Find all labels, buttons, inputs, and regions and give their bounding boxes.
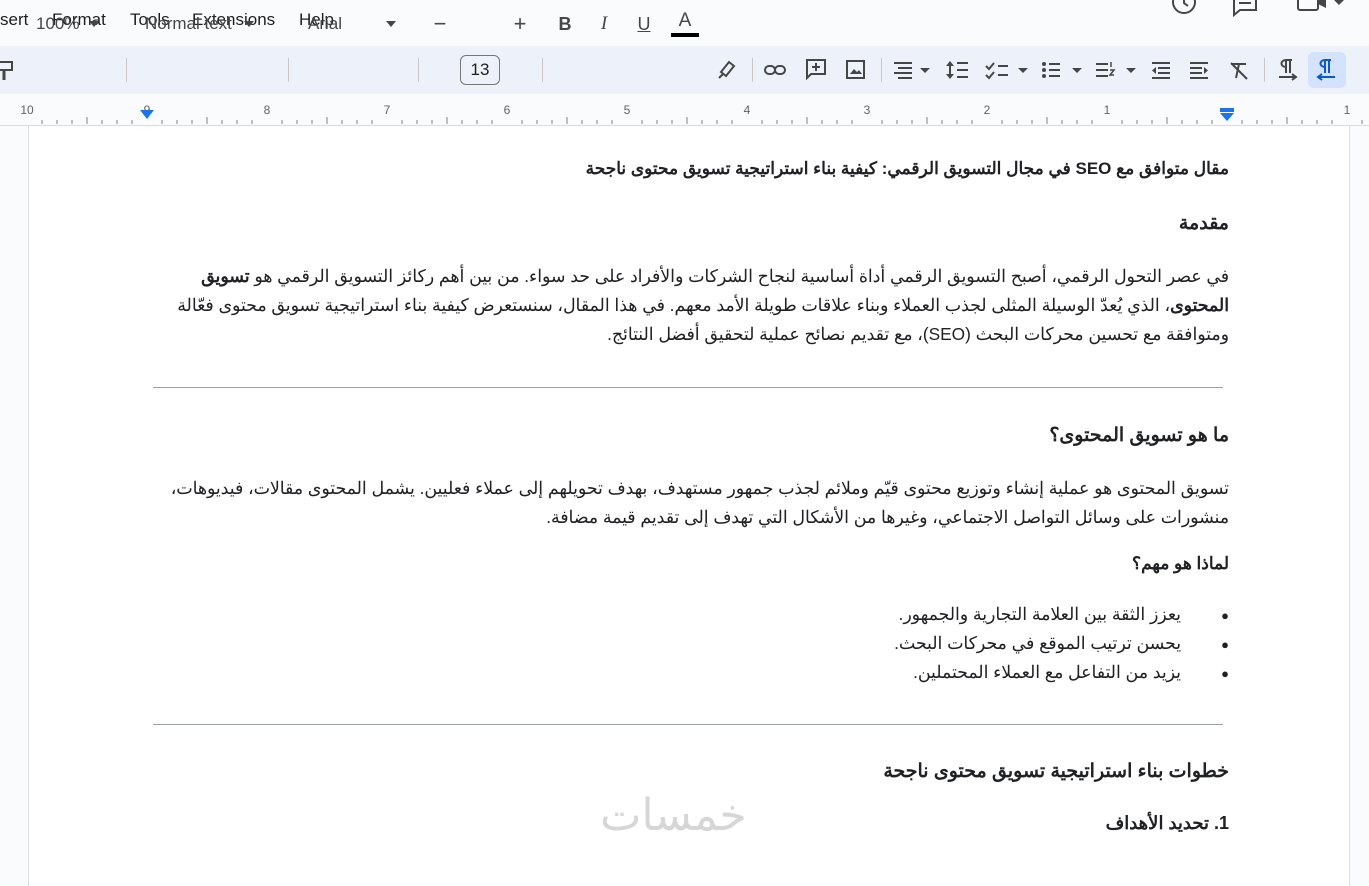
intro-paragraph: في عصر التحول الرقمي، أصبح التسويق الرقم… xyxy=(149,262,1229,349)
add-comment-icon[interactable] xyxy=(805,58,827,80)
link-icon[interactable] xyxy=(763,60,787,80)
font-value: Arial xyxy=(308,14,343,33)
ruler: 10 9 8 7 6 5 4 3 2 1 1 xyxy=(0,99,1369,126)
decrease-font-size-button[interactable]: − xyxy=(428,0,452,48)
clear-formatting-icon[interactable] xyxy=(1228,60,1250,82)
chevron-down-icon xyxy=(386,21,397,27)
list-item: يعزز الثقة بين العلامة التجارية والجمهور… xyxy=(149,600,1229,630)
rtl-icon xyxy=(1316,59,1335,81)
ruler-number: 6 xyxy=(503,103,511,117)
intro-text-1: في عصر التحول الرقمي، أصبح التسويق الرقم… xyxy=(249,266,1229,286)
right-indent-marker[interactable] xyxy=(1219,107,1235,123)
decrease-indent-icon[interactable] xyxy=(1150,60,1172,80)
ltr-icon[interactable] xyxy=(1276,58,1300,82)
underline-button[interactable]: U xyxy=(632,0,656,48)
ruler-number: 2 xyxy=(983,103,991,117)
list-item: يزيد من التفاعل مع العملاء المحتملين. xyxy=(149,658,1229,688)
align-icon[interactable] xyxy=(892,60,934,80)
intro-text-2: ، الذي يُعدّ الوسيلة المثلى لجذب العملاء… xyxy=(177,295,1229,344)
horizontal-rule xyxy=(153,387,1223,388)
bulleted-list-icon[interactable] xyxy=(1040,60,1086,80)
ruler-number: 1 xyxy=(1103,103,1111,117)
rtl-button[interactable] xyxy=(1308,52,1346,88)
steps-heading: خطوات بناء استراتيجية تسويق محتوى ناجحة xyxy=(883,761,1229,782)
numbered-list-icon[interactable] xyxy=(1094,60,1140,80)
left-indent-marker[interactable] xyxy=(139,109,155,123)
insert-image-icon[interactable] xyxy=(845,59,867,81)
text-color-button[interactable]: A xyxy=(670,0,700,48)
what-heading: ما هو تسويق المحتوى؟ xyxy=(1049,425,1229,446)
italic-button[interactable]: I xyxy=(592,0,616,48)
chevron-down-icon xyxy=(89,21,100,27)
intro-heading: مقدمة xyxy=(1178,213,1229,234)
ruler-number: 3 xyxy=(863,103,871,117)
ruler-number: 1 xyxy=(1343,103,1351,117)
increase-indent-icon[interactable] xyxy=(1188,60,1210,80)
font-select[interactable]: Arial xyxy=(308,0,404,48)
font-size-input[interactable]: 13 xyxy=(460,55,500,85)
comments-icon[interactable] xyxy=(1232,0,1262,18)
history-icon[interactable] xyxy=(1170,0,1200,18)
checklist-icon[interactable] xyxy=(984,60,1032,80)
paint-format-icon[interactable] xyxy=(0,60,14,82)
highlight-icon[interactable] xyxy=(716,58,738,80)
why-heading: لماذا هو مهم؟ xyxy=(1132,554,1229,573)
list-item: يحسن ترتيب الموقع في محركات البحث. xyxy=(149,629,1229,659)
what-paragraph: تسويق المحتوى هو عملية إنشاء وتوزيع محتو… xyxy=(170,478,1229,527)
menu-insert[interactable]: sert xyxy=(0,10,28,30)
watermark: خمسات xyxy=(600,790,747,841)
ruler-number: 10 xyxy=(20,103,34,117)
document-title: مقال متوافق مع SEO في مجال التسويق الرقم… xyxy=(585,159,1229,178)
style-value: Normal text xyxy=(145,14,232,33)
ruler-number: 4 xyxy=(743,103,751,117)
text-color-swatch xyxy=(671,32,699,37)
meet-icon[interactable] xyxy=(1296,0,1352,18)
horizontal-rule xyxy=(153,724,1223,725)
text-color-icon: A xyxy=(678,9,692,31)
zoom-select[interactable]: 100% xyxy=(36,0,116,48)
chevron-down-icon xyxy=(243,21,254,27)
ruler-number: 7 xyxy=(383,103,391,117)
ruler-number: 8 xyxy=(263,103,271,117)
style-select[interactable]: Normal text xyxy=(145,0,275,48)
benefits-list: يعزز الثقة بين العلامة التجارية والجمهور… xyxy=(149,600,1229,688)
increase-font-size-button[interactable]: + xyxy=(508,0,532,48)
ruler-number: 5 xyxy=(623,103,631,117)
zoom-value: 100% xyxy=(36,14,80,33)
ruler-ticks xyxy=(41,117,1363,124)
bold-button[interactable]: B xyxy=(553,0,577,48)
line-spacing-icon[interactable] xyxy=(945,59,969,81)
